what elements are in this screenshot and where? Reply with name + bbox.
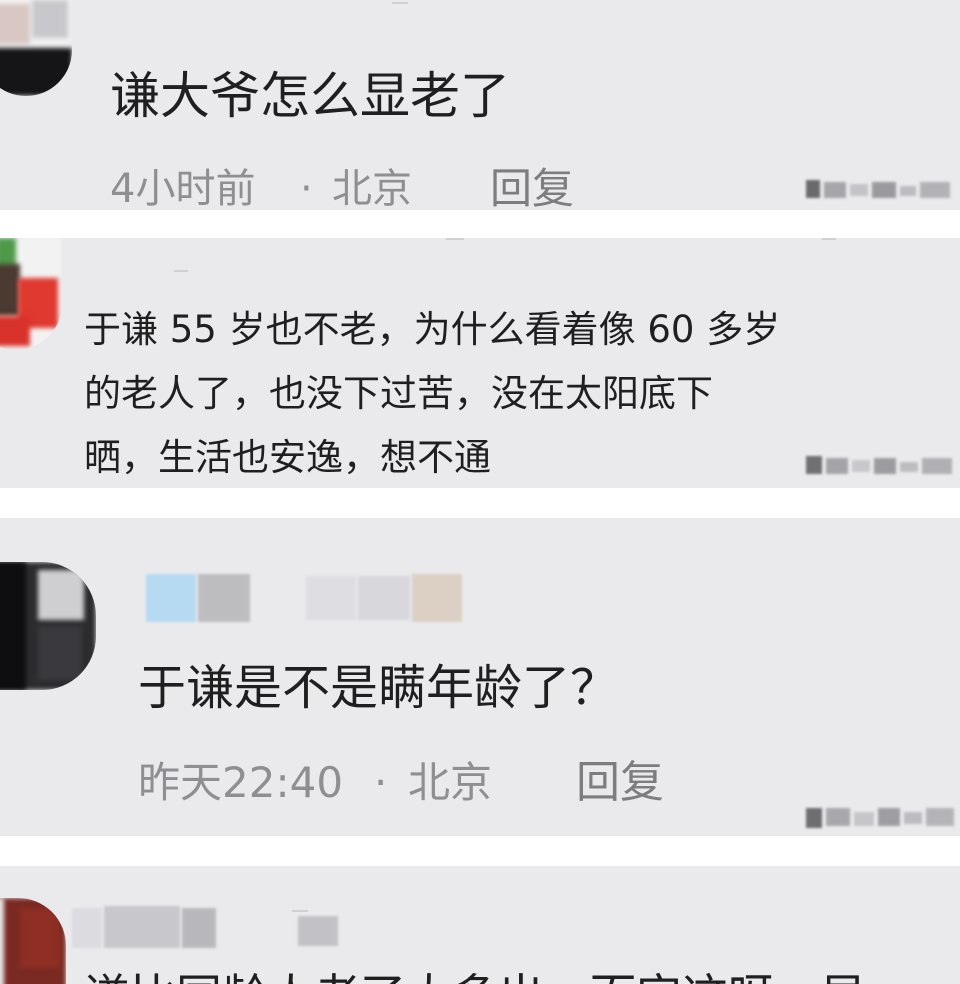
location: 北京 bbox=[332, 166, 412, 210]
comment-card-4: 谦比同龄人老了太多出一而实这呀一早 bbox=[0, 866, 960, 984]
avatar[interactable] bbox=[0, 0, 72, 96]
comment-screenshot: 谦大爷怎么显老了 4小时前 · 北京 回复 于谦 55 岁也不老，为什么看着像 … bbox=[0, 0, 960, 984]
like-count[interactable] bbox=[806, 802, 960, 832]
comment-card-1: 谦大爷怎么显老了 4小时前 · 北京 回复 bbox=[0, 0, 960, 210]
reply-button[interactable]: 回复 bbox=[576, 756, 664, 810]
like-count[interactable] bbox=[806, 176, 960, 202]
like-count[interactable] bbox=[806, 452, 960, 478]
timestamp: 昨天22:40 bbox=[138, 758, 344, 807]
comment-card-3: 于谦是不是瞒年龄了？ 昨天22:40 · 北京 回复 bbox=[0, 518, 960, 836]
comment-text: 谦比同龄人老了太多出一而实这呀一早 bbox=[84, 966, 866, 984]
avatar[interactable] bbox=[0, 898, 66, 984]
comment-card-2: 于谦 55 岁也不老，为什么看着像 60 多岁 的老人了，也没下过苦，没在太阳底… bbox=[0, 238, 960, 488]
avatar[interactable] bbox=[0, 562, 96, 690]
separator: · bbox=[300, 166, 313, 210]
comment-text: 于谦是不是瞒年龄了？ bbox=[138, 660, 619, 716]
comment-text: 谦大爷怎么显老了 bbox=[110, 67, 510, 125]
timestamp: 4小时前 bbox=[110, 166, 256, 210]
avatar[interactable] bbox=[0, 238, 62, 350]
location: 北京 bbox=[408, 758, 493, 807]
username[interactable] bbox=[146, 574, 476, 626]
separator: · bbox=[374, 758, 388, 807]
reply-button[interactable]: 回复 bbox=[490, 164, 574, 210]
